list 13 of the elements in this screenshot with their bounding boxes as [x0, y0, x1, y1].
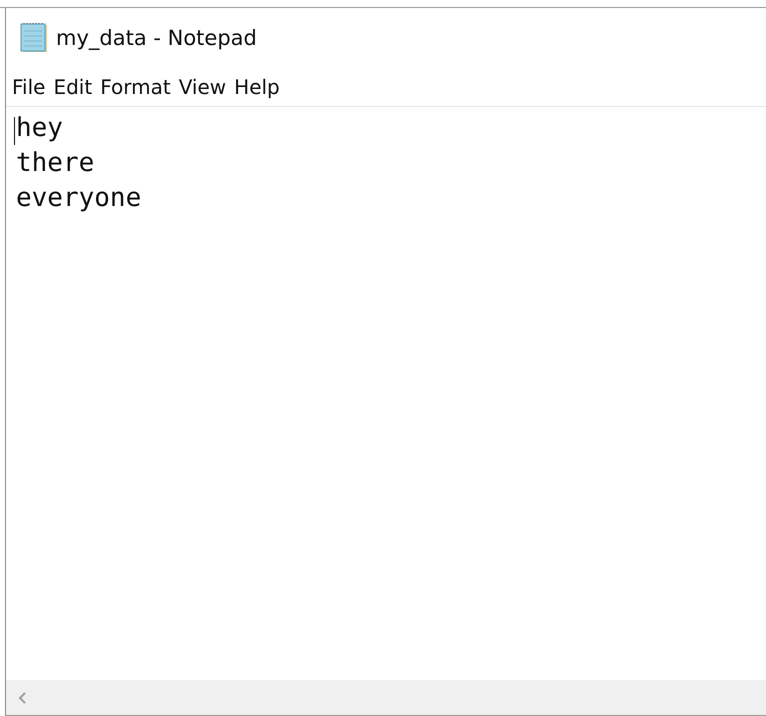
- text-cursor: [14, 117, 15, 145]
- menu-item[interactable]: Format: [100, 75, 171, 99]
- text-line: everyone: [16, 182, 142, 215]
- text-line: there: [16, 147, 94, 180]
- scroll-left-icon[interactable]: [18, 692, 26, 704]
- menu-item[interactable]: File: [12, 75, 46, 99]
- horizontal-scrollbar[interactable]: [6, 680, 766, 716]
- window-title: my_data - Notepad: [56, 26, 257, 50]
- menu-item[interactable]: Help: [234, 75, 280, 99]
- menu-item[interactable]: Edit: [53, 75, 92, 99]
- menu-item[interactable]: View: [178, 75, 226, 99]
- text-line: hey: [16, 112, 63, 145]
- notepad-icon: [18, 22, 50, 54]
